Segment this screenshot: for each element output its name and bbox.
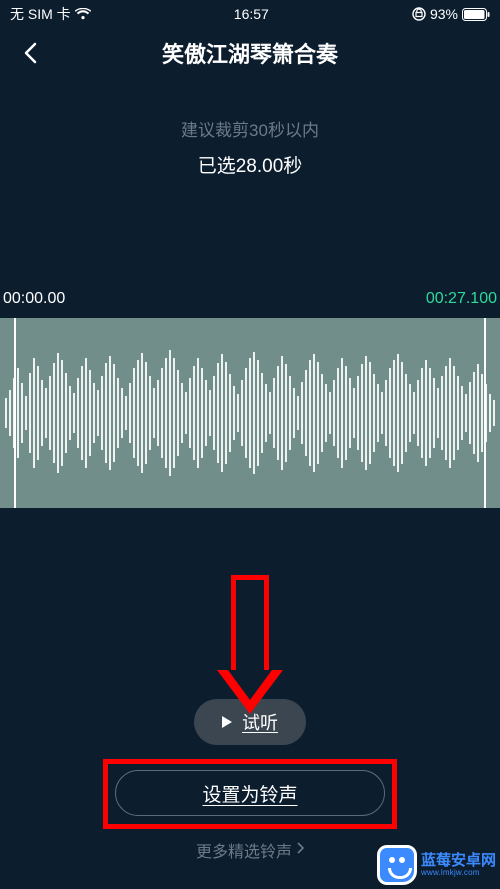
rotation-lock-icon [412,7,426,21]
battery-percent: 93% [430,6,458,22]
set-ringtone-button[interactable]: 设置为铃声 [115,770,385,816]
watermark-url: www.lmkjw.com [421,869,496,877]
watermark-text: 蓝莓安卓网 www.lmkjw.com [421,853,496,877]
preview-label: 试听 [242,709,278,735]
status-bar: 无 SIM 卡 16:57 93% [0,0,500,28]
page-title: 笑傲江湖琴箫合奏 [162,37,338,69]
watermark-logo-icon [377,845,417,885]
start-time: 00:00.00 [3,290,65,308]
battery-icon [462,8,490,21]
back-button[interactable] [18,41,42,65]
nav-header: 笑傲江湖琴箫合奏 [0,28,500,78]
waveform-bars [0,318,500,508]
status-right: 93% [412,6,490,22]
watermark-name: 蓝莓安卓网 [421,853,496,869]
watermark: 蓝莓安卓网 www.lmkjw.com [377,845,496,885]
clock: 16:57 [234,6,269,22]
set-ringtone-label: 设置为铃声 [202,780,297,807]
annotation-arrow-icon [231,575,269,675]
trim-hint-area: 建议裁剪30秒以内 已选28.00秒 [0,116,500,178]
more-ringtones-link[interactable]: 更多精选铃声 [196,838,304,862]
preview-button[interactable]: 试听 [194,699,306,745]
more-ringtones-label: 更多精选铃声 [196,838,292,862]
selected-duration: 已选28.00秒 [0,151,500,178]
trim-area: 00:00.00 00:27.100 [0,290,500,550]
status-left: 无 SIM 卡 [10,4,91,24]
time-labels: 00:00.00 00:27.100 [0,290,500,308]
waveform[interactable] [0,318,500,508]
end-time: 00:27.100 [426,290,497,308]
trim-hint: 建议裁剪30秒以内 [0,116,500,141]
wifi-icon [75,8,91,20]
trim-line-end [484,318,486,508]
play-icon [222,716,232,728]
chevron-right-icon [296,841,304,859]
carrier-text: 无 SIM 卡 [10,4,71,24]
trim-line-start [14,318,16,508]
